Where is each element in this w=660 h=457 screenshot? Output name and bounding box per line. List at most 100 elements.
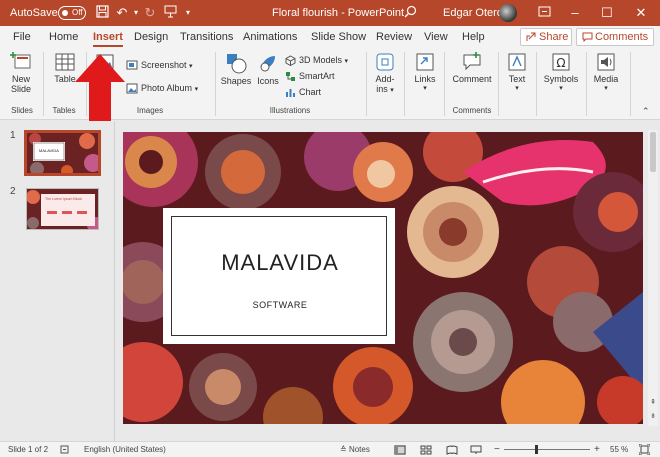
group-separator	[498, 52, 499, 116]
minimize-button[interactable]: –	[560, 0, 590, 26]
slide-subtitle[interactable]: SOFTWARE	[172, 300, 388, 310]
tab-file[interactable]: File	[13, 26, 31, 48]
zoom-in-button[interactable]: +	[594, 442, 600, 457]
text-label: Text	[508, 74, 526, 84]
smartart-label: SmartArt	[299, 71, 335, 81]
zoom-level[interactable]: 55 %	[610, 442, 628, 457]
user-name[interactable]: Edgar Otero	[443, 0, 503, 26]
text-button[interactable]: Text ▾	[502, 52, 532, 92]
3d-models-label: 3D Models	[299, 55, 343, 65]
symbols-button[interactable]: Ω Symbols ▾	[540, 52, 582, 92]
new-slide-icon	[10, 52, 31, 69]
customize-qat-icon[interactable]: ▾	[180, 5, 196, 21]
group-separator	[630, 52, 631, 116]
icons-button[interactable]: Icons	[254, 52, 282, 86]
title-placeholder[interactable]: MALAVIDA SOFTWARE	[163, 208, 395, 344]
reading-view-icon[interactable]	[446, 442, 458, 457]
group-label-images: Images	[136, 106, 164, 115]
slide-number: 1	[10, 130, 16, 141]
tab-review[interactable]: Review	[376, 26, 412, 48]
slide-title[interactable]: MALAVIDA	[172, 250, 388, 276]
close-button[interactable]: ✕	[626, 0, 656, 26]
chart-button[interactable]: Chart	[285, 85, 321, 99]
notes-button[interactable]: ≙ Notes	[340, 442, 370, 457]
smartart-icon	[286, 72, 295, 82]
svg-text:Ω: Ω	[556, 56, 565, 70]
smartart-button[interactable]: SmartArt	[285, 69, 335, 83]
group-separator	[586, 52, 587, 116]
zoom-slider[interactable]	[504, 445, 590, 454]
avatar[interactable]	[499, 4, 517, 22]
link-icon	[416, 53, 434, 71]
floral-pattern-thumbnail	[27, 133, 98, 173]
slide-sorter-icon[interactable]	[420, 442, 432, 457]
normal-view-icon[interactable]	[394, 442, 406, 457]
annotation-arrow-icon	[75, 54, 125, 128]
photo-album-button[interactable]: Photo Album ▾	[126, 81, 198, 95]
accessibility-icon[interactable]	[60, 442, 69, 457]
shapes-label: Shapes	[220, 76, 252, 86]
3d-models-button[interactable]: 3D Models ▾	[285, 53, 348, 67]
collapse-ribbon-icon[interactable]: ⌃	[642, 106, 650, 117]
slideshow-icon[interactable]	[470, 442, 482, 457]
autosave-toggle[interactable]: Off	[58, 6, 86, 20]
tab-animations[interactable]: Animations	[243, 26, 297, 48]
comments-label: Comments	[595, 31, 649, 43]
tab-transitions[interactable]: Transitions	[180, 26, 233, 48]
title-bar: AutoSave Off ↶ ▾ ↻ ▾ Floral flourish - P…	[0, 0, 660, 26]
comment-label: Comment	[452, 74, 492, 84]
slide-editor: MALAVIDA SOFTWARE	[115, 121, 660, 441]
share-button[interactable]: Share	[520, 28, 572, 46]
notes-icon: ≙	[340, 445, 349, 454]
symbols-label: Symbols	[543, 74, 579, 84]
group-separator	[536, 52, 537, 116]
comment-icon	[582, 32, 593, 42]
zoom-out-button[interactable]: −	[494, 442, 500, 457]
save-icon[interactable]	[94, 5, 110, 21]
add-ins-label-2: ins	[376, 84, 388, 94]
group-separator	[43, 52, 44, 116]
new-slide-button[interactable]: New Slide	[6, 52, 36, 94]
search-icon[interactable]	[402, 5, 418, 21]
tab-home[interactable]: Home	[49, 26, 78, 48]
maximize-button[interactable]: ☐	[592, 0, 622, 26]
ribbon-display-options-icon[interactable]	[536, 5, 552, 21]
current-slide[interactable]: MALAVIDA SOFTWARE	[123, 132, 643, 424]
next-slide-icon[interactable]: ⇟	[648, 412, 658, 420]
tab-insert[interactable]: Insert	[93, 26, 123, 48]
new-comment-button[interactable]: Comment	[450, 52, 494, 84]
text-icon	[508, 53, 526, 71]
tab-view[interactable]: View	[424, 26, 448, 48]
group-separator	[215, 52, 216, 116]
fit-slide-icon[interactable]	[638, 442, 651, 457]
tab-help[interactable]: Help	[462, 26, 485, 48]
add-ins-button[interactable]: Add- ins ▾	[370, 52, 400, 94]
slide-number: 2	[10, 186, 16, 197]
zoom-slider-thumb[interactable]	[535, 445, 538, 454]
language[interactable]: English (United States)	[84, 442, 166, 457]
redo-icon[interactable]: ↻	[142, 5, 158, 21]
screenshot-button[interactable]: Screenshot ▾	[126, 58, 193, 72]
tab-design[interactable]: Design	[134, 26, 168, 48]
comments-button[interactable]: Comments	[576, 28, 654, 46]
links-button[interactable]: Links ▾	[410, 52, 440, 92]
speaker-icon	[597, 53, 615, 71]
present-icon[interactable]	[162, 5, 178, 21]
icons-icon	[260, 56, 275, 72]
scrollbar-thumb[interactable]	[650, 132, 656, 172]
document-title: Floral flourish - PowerPoint	[272, 7, 405, 19]
screenshot-label: Screenshot	[141, 60, 187, 70]
icons-label: Icons	[257, 76, 279, 86]
media-button[interactable]: Media ▾	[590, 52, 622, 92]
share-label: Share	[539, 31, 569, 43]
tab-slide-show[interactable]: Slide Show	[311, 26, 366, 48]
group-separator	[366, 52, 367, 116]
vertical-scrollbar[interactable]: ⇞ ⇟	[648, 130, 658, 426]
slide-thumbnail-2[interactable]: The Lorem Ipsum Block	[26, 188, 99, 230]
previous-slide-icon[interactable]: ⇞	[648, 398, 658, 406]
shapes-button[interactable]: Shapes	[220, 52, 252, 86]
cube-icon	[285, 55, 296, 67]
status-bar: Slide 1 of 2 English (United States) ≙ N…	[0, 441, 660, 457]
slide-thumbnail-1[interactable]: MALAVIDA	[24, 130, 101, 176]
screenshot-icon	[126, 60, 138, 70]
